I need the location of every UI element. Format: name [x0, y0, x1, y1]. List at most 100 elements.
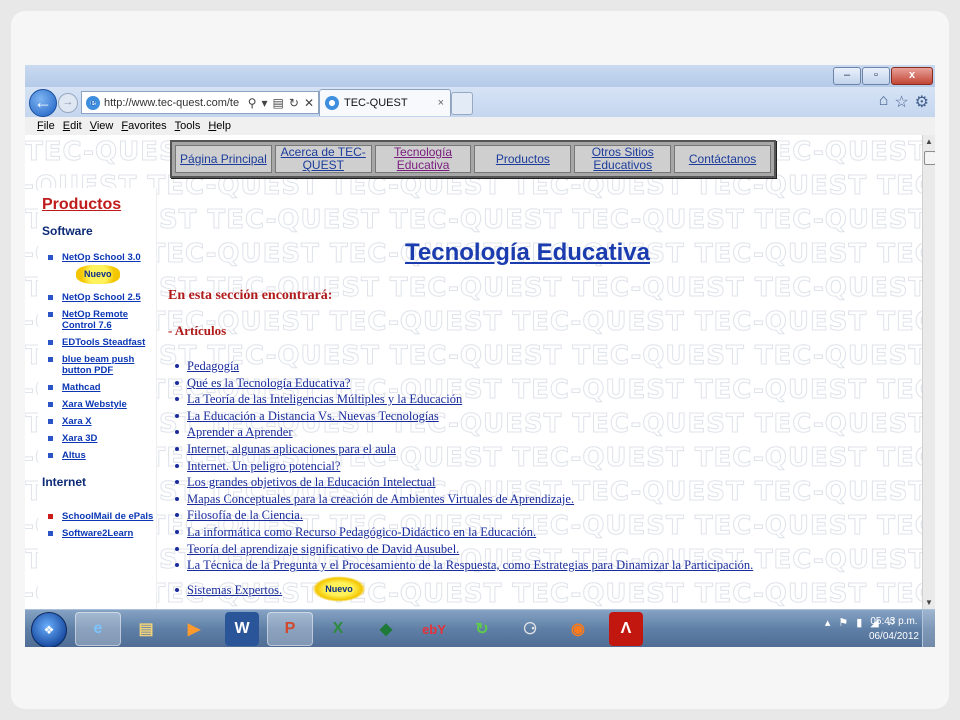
scroll-thumb[interactable]: [924, 151, 935, 165]
articles-heading: - Artículos: [168, 323, 227, 338]
nav-otros-sitios[interactable]: Otros Sitios Educativos: [574, 145, 672, 173]
web-page: TEC-QUEST TEC-QUEST TEC-QUEST TEC-QUEST …: [25, 135, 922, 609]
section-lead: En esta sección encontrará:: [168, 288, 333, 303]
menu-bar: File Edit View Favorites Tools Help: [25, 117, 935, 136]
page-title[interactable]: Tecnología Educativa: [405, 239, 650, 267]
forward-button[interactable]: →: [58, 93, 78, 113]
close-button[interactable]: x: [891, 67, 933, 85]
minimize-button[interactable]: –: [833, 67, 861, 85]
article-link[interactable]: Sistemas Expertos.: [174, 582, 753, 599]
browser-tab[interactable]: TEC-QUEST ×: [319, 89, 451, 116]
publisher-icon[interactable]: ◆: [363, 612, 409, 646]
compatibility-icon[interactable]: ▤: [273, 96, 284, 110]
sidebar-item-mathcad[interactable]: Mathcad: [48, 382, 156, 393]
sidebar-item-software2learn[interactable]: Software2Learn: [48, 528, 156, 539]
word-icon[interactable]: W: [225, 612, 259, 646]
gadget-icon[interactable]: ⚆: [507, 612, 553, 646]
article-link[interactable]: Mapas Conceptuales para la creación de A…: [174, 491, 753, 508]
sidebar-item-netop-school-25[interactable]: NetOp School 2.5: [48, 292, 156, 303]
menu-favorites[interactable]: Favorites: [121, 117, 166, 135]
maximize-button[interactable]: ▫: [862, 67, 890, 85]
article-link[interactable]: La Técnica de la Pregunta y el Procesami…: [174, 557, 753, 574]
article-link[interactable]: Internet, algunas aplicaciones para el a…: [174, 441, 753, 458]
menu-help[interactable]: Help: [208, 117, 231, 135]
new-badge: Nuevo: [76, 265, 120, 284]
sidebar-title[interactable]: Productos: [42, 196, 156, 214]
favorites-star-icon[interactable]: ☆: [894, 92, 908, 112]
navigation-bar: ← → e http://www.tec-quest.com/te ⚲ ▾ ▤ …: [25, 87, 935, 117]
sync-icon[interactable]: ↻: [459, 612, 505, 646]
show-desktop-button[interactable]: [922, 610, 935, 647]
sidebar-item-schoolmail[interactable]: SchoolMail de ePals: [48, 511, 156, 522]
sidebar-item-xara-x[interactable]: Xara X: [48, 416, 156, 427]
excel-icon[interactable]: X: [315, 612, 361, 646]
sidebar-item-netop-school-3[interactable]: NetOp School 3.0 Nuevo: [48, 252, 156, 286]
article-link[interactable]: Teoría del aprendizaje significativo de …: [174, 541, 753, 558]
article-link[interactable]: Qué es la Tecnología Educativa?: [174, 375, 753, 392]
file-explorer-icon[interactable]: ▤: [123, 612, 169, 646]
sidebar-item-netop-remote[interactable]: NetOp Remote Control 7.6: [48, 309, 156, 331]
stop-icon[interactable]: ✕: [304, 96, 314, 110]
sidebar-item-altus[interactable]: Altus: [48, 450, 156, 461]
firefox-icon[interactable]: ◉: [555, 612, 601, 646]
power-icon[interactable]: ▮: [856, 616, 862, 629]
new-badge: Nuevo: [312, 576, 366, 602]
address-url[interactable]: http://www.tec-quest.com/te: [104, 97, 248, 109]
sidebar-item-xara-webstyle[interactable]: Xara Webstyle: [48, 399, 156, 410]
article-link[interactable]: La informática como Recurso Pedagógico-D…: [174, 524, 753, 541]
title-bar: – ▫ x: [25, 65, 935, 87]
article-link[interactable]: Aprender a Aprender: [174, 424, 753, 441]
powerpoint-icon[interactable]: P: [267, 612, 313, 646]
tray-expand-icon[interactable]: ▴: [825, 616, 831, 629]
internet-explorer-icon: e: [86, 95, 100, 110]
articles-list: Pedagogía Qué es la Tecnología Educativa…: [174, 358, 753, 599]
nav-pagina-principal[interactable]: Página Principal: [175, 145, 272, 173]
chevron-down-icon[interactable]: ▾: [262, 96, 268, 110]
internet-heading: Internet: [42, 475, 87, 489]
vertical-scrollbar[interactable]: ▲ ▼: [922, 135, 935, 609]
article-link[interactable]: Filosofía de la Ciencia.: [174, 507, 753, 524]
watermark-row: TEC-QUEST TEC-QUEST TEC-QUEST TEC-QUEST …: [25, 273, 922, 304]
nav-contactanos[interactable]: Contáctanos: [674, 145, 771, 173]
products-sidebar: Productos Software NetOp School 3.0 Nuevo…: [38, 188, 157, 609]
search-icon[interactable]: ⚲: [248, 96, 257, 110]
watermark-row: TEC-QUEST TEC-QUEST TEC-QUEST TEC-QUEST …: [25, 307, 922, 338]
article-link[interactable]: Pedagogía: [174, 358, 753, 375]
flag-icon[interactable]: ⚑: [838, 616, 848, 629]
new-tab-button[interactable]: [451, 92, 473, 115]
scroll-up-icon[interactable]: ▲: [925, 137, 933, 146]
acrobat-icon[interactable]: Λ: [609, 612, 643, 646]
article-link[interactable]: La Teoría de las Inteligencias Múltiples…: [174, 391, 753, 408]
software-heading: Software: [42, 224, 93, 238]
internet-explorer-icon[interactable]: e: [75, 612, 121, 646]
watermark-row: TEC-QUEST TEC-QUEST TEC-QUEST TEC-QUEST …: [25, 205, 922, 236]
media-player-icon[interactable]: ▶: [171, 612, 217, 646]
menu-edit[interactable]: Edit: [63, 117, 82, 135]
internet-explorer-icon: [325, 96, 339, 110]
address-bar[interactable]: e http://www.tec-quest.com/te ⚲ ▾ ▤ ↻ ✕: [81, 91, 319, 114]
refresh-icon[interactable]: ↻: [289, 96, 299, 110]
article-link[interactable]: La Educación a Distancia Vs. Nuevas Tecn…: [174, 408, 753, 425]
tab-close-icon[interactable]: ×: [438, 97, 444, 109]
clock[interactable]: 05:43 p.m. 06/04/2012: [869, 614, 919, 644]
start-button[interactable]: ❖: [31, 612, 67, 647]
sidebar-item-xara-3d[interactable]: Xara 3D: [48, 433, 156, 444]
ebay-icon[interactable]: ebY: [411, 612, 457, 646]
article-link[interactable]: Internet. Un peligro potencial?: [174, 458, 753, 475]
site-navigation: Página Principal Acerca de TEC-QUEST Tec…: [170, 140, 776, 178]
menu-file[interactable]: File: [37, 117, 55, 135]
taskbar: ❖ e ▤ ▶ W P X ◆ ebY ↻ ⚆ ◉ Λ ▴ ⚑ ▮ ◢ ♫ 05…: [25, 609, 935, 647]
home-icon[interactable]: ⌂: [879, 92, 889, 112]
nav-acerca-de[interactable]: Acerca de TEC-QUEST: [274, 145, 372, 173]
sidebar-item-bluebeam[interactable]: blue beam push button PDF: [48, 354, 156, 376]
nav-tecnologia-educativa[interactable]: Tecnología Educativa: [374, 145, 472, 173]
nav-productos[interactable]: Productos: [474, 145, 572, 173]
scroll-down-icon[interactable]: ▼: [925, 598, 933, 607]
sidebar-item-edtools[interactable]: EDTools Steadfast: [48, 337, 156, 348]
article-link[interactable]: Los grandes objetivos de la Educación In…: [174, 474, 753, 491]
menu-tools[interactable]: Tools: [175, 117, 201, 135]
back-button[interactable]: ←: [29, 89, 57, 117]
gear-icon[interactable]: ⚙: [915, 92, 929, 112]
menu-view[interactable]: View: [90, 117, 114, 135]
clock-date: 06/04/2012: [868, 631, 919, 642]
